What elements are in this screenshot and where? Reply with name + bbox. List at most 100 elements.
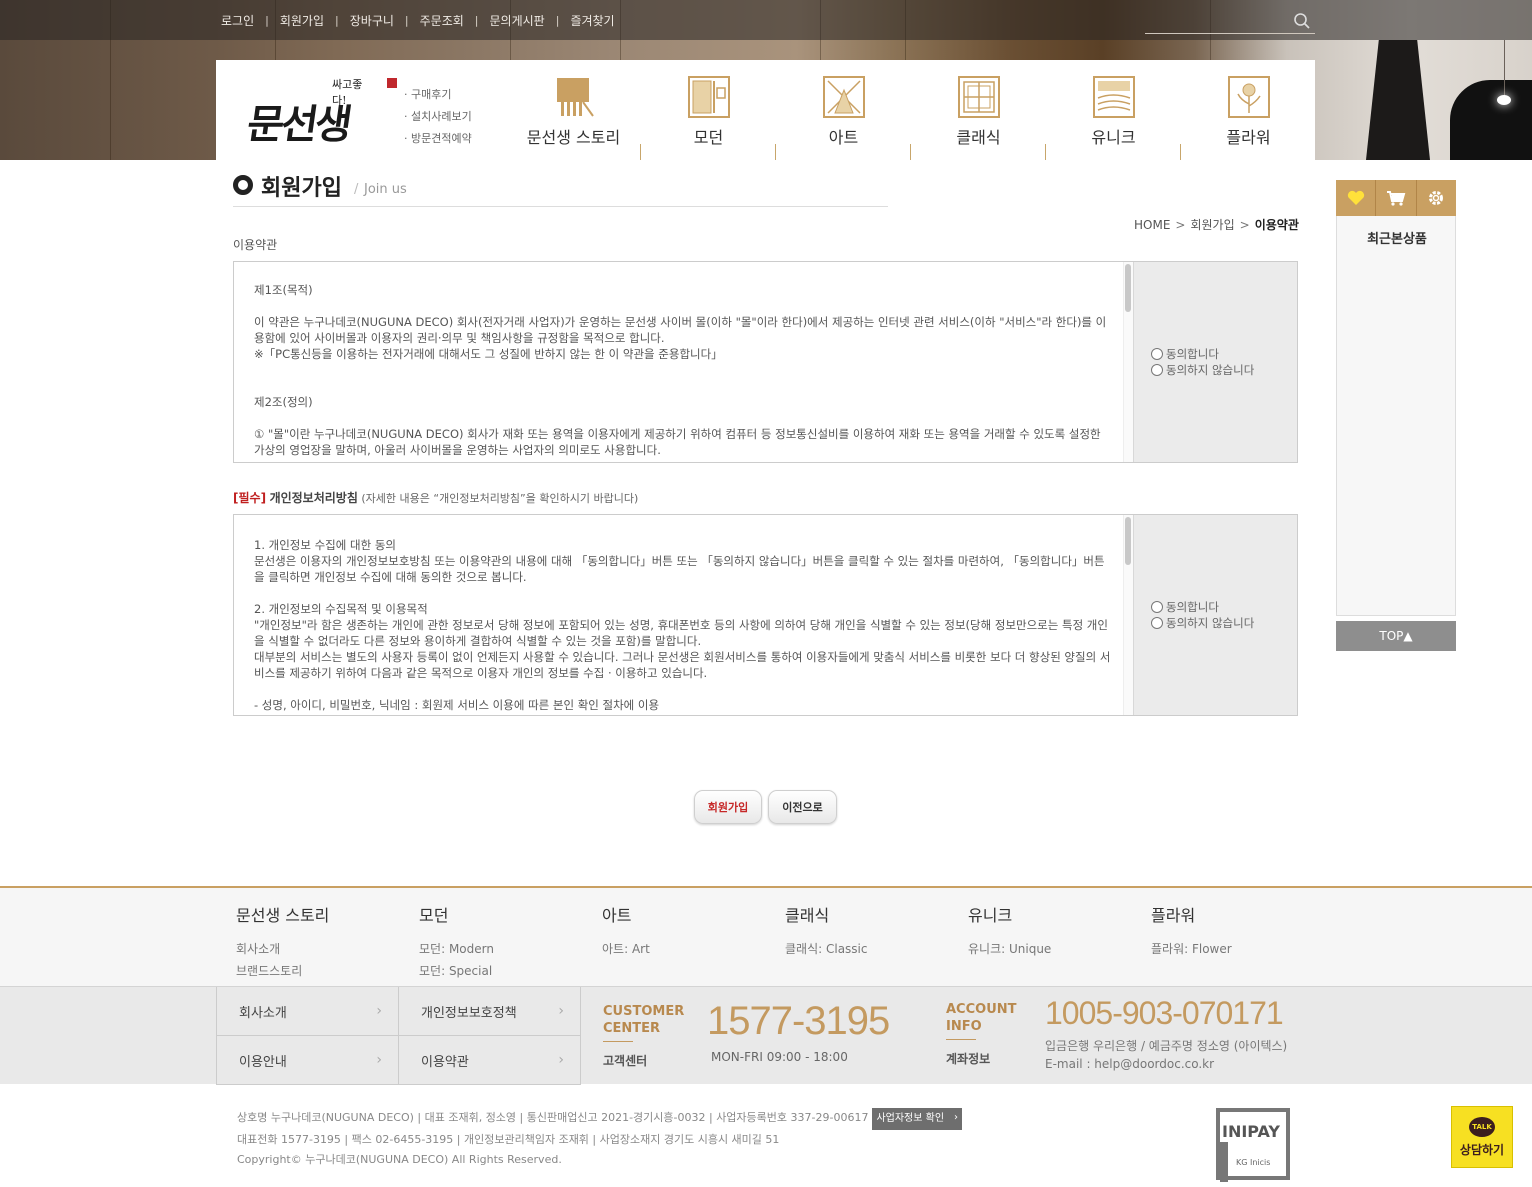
visit-estimate-link[interactable]: · 방문견적예약 <box>404 128 472 150</box>
search-icon[interactable] <box>1293 12 1311 30</box>
modern-icon <box>688 76 730 118</box>
breadcrumb-join[interactable]: 회원가입 <box>1190 218 1234 232</box>
login-link[interactable]: 로그인 <box>221 12 254 29</box>
footer-col-title[interactable]: 문선생 스토리 <box>236 902 329 926</box>
breadcrumb: HOME > 회원가입 > 이용약관 <box>1134 218 1299 232</box>
terms-agree-radio[interactable] <box>1151 348 1163 360</box>
footer-col-unique: 유니크 유니크: Unique <box>968 902 1051 960</box>
title-bullet-icon <box>233 175 253 195</box>
privacy-agree-radio[interactable] <box>1151 601 1163 613</box>
terms-scroll-thumb[interactable] <box>1125 264 1131 312</box>
nav-modern[interactable]: 모던 <box>641 74 776 160</box>
footer-col-item[interactable]: 유니크: Unique <box>968 938 1051 960</box>
nav-classic[interactable]: 클래식 <box>911 74 1046 160</box>
inipay-logo[interactable]: INIPAY KG Inicis <box>1216 1108 1290 1182</box>
footer-info: 회사소개 › 개인정보보호정책 › 이용안내 › 이용약관 › CUSTOMER CENT… <box>0 986 1532 1085</box>
logo-name: 문선생 <box>244 101 353 148</box>
footer-col-item[interactable]: 모던: Special <box>419 960 494 982</box>
order-lookup-link[interactable]: 주문조회 <box>420 12 464 29</box>
talk-label: 상담하기 <box>1459 1142 1505 1157</box>
join-button[interactable]: 회원가입 <box>694 790 762 824</box>
terms-disagree-option[interactable]: 동의하지 않습니다 <box>1151 362 1254 378</box>
footer-col-flower: 플라워 플라워: Flower <box>1151 902 1232 960</box>
gear-icon <box>1429 191 1444 205</box>
footer-col-item[interactable]: 브랜드스토리 <box>236 960 329 982</box>
kakao-talk-button[interactable]: TALK 상담하기 <box>1451 1106 1513 1168</box>
footer-link-guide[interactable]: 이용안내 › <box>217 1036 399 1085</box>
footer-col-item[interactable]: 아트: Art <box>602 938 650 960</box>
quick-settings[interactable] <box>1417 180 1456 216</box>
footer-link-privacy[interactable]: 개인정보보호정책 › <box>399 987 581 1036</box>
nav-flower[interactable]: 플라워 <box>1181 74 1316 160</box>
terms-agree-option[interactable]: 동의합니다 <box>1151 346 1219 362</box>
footer-col-item[interactable]: 클래식: Classic <box>785 938 867 960</box>
account-number: 1005-903-070171 <box>1045 995 1284 1031</box>
join-link[interactable]: 회원가입 <box>280 12 324 29</box>
privacy-note: (자세한 내용은 “개인정보처리방침”을 확인하시기 바랍니다) <box>361 492 639 505</box>
sub-links: · 구매후기 · 설치사례보기 · 방문견적예약 <box>404 84 472 150</box>
customer-hours: MON-FRI 09:00 - 18:00 <box>711 1050 848 1064</box>
footer-col-art: 아트 아트: Art <box>602 902 650 960</box>
logo[interactable]: 싸고좋다! 문선생 <box>244 74 397 148</box>
bookmark-link[interactable]: 즐겨찾기 <box>570 12 614 29</box>
terms-disagree-radio[interactable] <box>1151 364 1163 376</box>
nav-story-label: 문선생 스토리 <box>526 128 621 147</box>
footer-col-modern: 모던 모던: Modern 모던: Special <box>419 902 494 982</box>
footer-col-title[interactable]: 아트 <box>602 902 650 926</box>
cart-link[interactable]: 장바구니 <box>350 12 394 29</box>
footer-col-item[interactable]: 회사소개 <box>236 938 329 960</box>
footer-col-classic: 클래식 클래식: Classic <box>785 902 867 960</box>
top-button[interactable]: TOP▲ <box>1336 621 1456 651</box>
breadcrumb-home[interactable]: HOME <box>1134 218 1170 232</box>
art-icon <box>823 76 865 118</box>
privacy-scroll-thumb[interactable] <box>1125 517 1131 565</box>
nav-unique[interactable]: 유니크 <box>1046 74 1181 160</box>
privacy-text[interactable]: 1. 개인정보 수집에 대한 동의 문선생은 이용자의 개인정보보호방침 또는 … <box>234 515 1133 715</box>
privacy-box: 1. 개인정보 수집에 대한 동의 문선생은 이용자의 개인정보보호방침 또는 … <box>233 514 1298 716</box>
chevron-right-icon: › <box>376 1052 382 1068</box>
footer-nav: 문선생 스토리 회사소개 브랜드스토리 모던 모던: Modern 모던: Sp… <box>0 886 1532 986</box>
quick-cart[interactable] <box>1376 180 1417 216</box>
vase-decoration <box>1366 40 1430 160</box>
terms-heading: 이용약관 <box>233 238 278 252</box>
footer-link-terms[interactable]: 이용약관 › <box>399 1036 581 1085</box>
privacy-disagree-option[interactable]: 동의하지 않습니다 <box>1151 615 1254 631</box>
footer-col-title[interactable]: 플라워 <box>1151 902 1232 926</box>
breadcrumb-current: 이용약관 <box>1254 218 1299 232</box>
heart-icon <box>1347 190 1364 205</box>
privacy-disagree-radio[interactable] <box>1151 617 1163 629</box>
chevron-right-icon: › <box>376 1003 382 1019</box>
inquiry-board-link[interactable]: 문의게시판 <box>490 12 545 29</box>
footer-link-company[interactable]: 회사소개 › <box>217 987 399 1036</box>
customer-center-label: CUSTOMER CENTER <box>603 1004 685 1036</box>
footer-col-title[interactable]: 모던 <box>419 902 494 926</box>
chevron-right-icon: › <box>558 1052 564 1068</box>
quick-toolbar <box>1336 180 1456 216</box>
account-info-label: ACCOUNT INFO <box>946 1002 1017 1034</box>
search-input[interactable] <box>1145 10 1285 32</box>
customer-phone: 1577-3195 <box>707 999 890 1043</box>
footer-col-title[interactable]: 유니크 <box>968 902 1051 926</box>
recent-items-title: 최근본상품 <box>1367 232 1427 247</box>
footer-col-item[interactable]: 플라워: Flower <box>1151 938 1232 960</box>
terms-text[interactable]: 제1조(목적) 이 약관은 누구나데코(NUGUNA DECO) 회사(전자거래… <box>234 262 1133 462</box>
privacy-agree-panel: 동의합니다 동의하지 않습니다 <box>1133 515 1297 715</box>
review-link[interactable]: · 구매후기 <box>404 84 472 106</box>
privacy-agree-option[interactable]: 동의합니다 <box>1151 599 1219 615</box>
page-title: 회원가입 / Join us <box>233 170 888 207</box>
quick-panel: 최근본상품 ◀ ▶ <box>1336 180 1456 641</box>
nav-art[interactable]: 아트 <box>776 74 911 160</box>
cart-icon <box>1386 191 1406 206</box>
nav-art-label: 아트 <box>828 128 859 147</box>
business-info-button[interactable]: 사업자정보 확인 <box>872 1108 963 1130</box>
install-cases-link[interactable]: · 설치사례보기 <box>404 106 472 128</box>
quick-wishlist[interactable] <box>1336 180 1377 216</box>
footer-col-item[interactable]: 모던: Modern <box>419 938 494 960</box>
nav-story[interactable]: 문선생 스토리 <box>506 74 641 160</box>
footer-col-title[interactable]: 클래식 <box>785 902 867 926</box>
unique-icon <box>1093 76 1135 118</box>
terms-box: 제1조(목적) 이 약관은 누구나데코(NUGUNA DECO) 회사(전자거래… <box>233 261 1298 463</box>
required-tag: [필수] <box>233 491 267 505</box>
back-button[interactable]: 이전으로 <box>768 790 837 824</box>
classic-icon <box>958 76 1000 118</box>
